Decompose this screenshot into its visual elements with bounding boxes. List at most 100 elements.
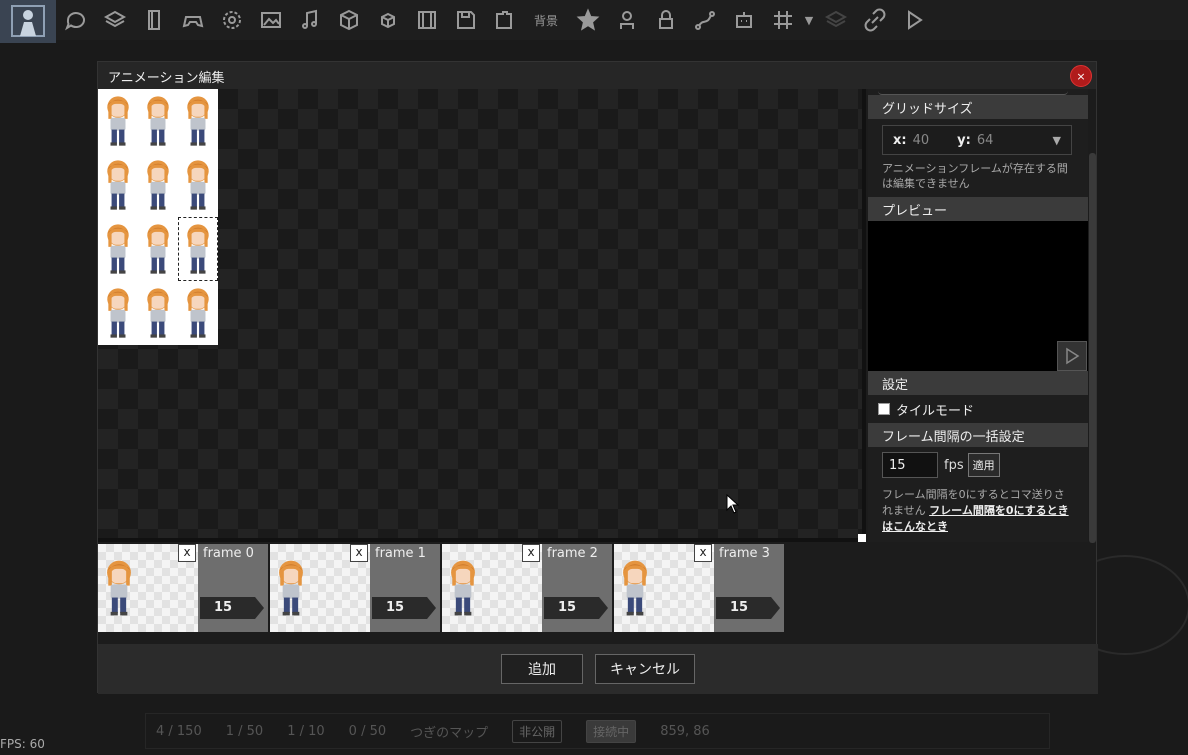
apply-button[interactable]: 適用: [967, 453, 1000, 477]
frame-duration[interactable]: 15: [372, 597, 436, 619]
music-icon[interactable]: [290, 2, 329, 38]
top-toolbar: 背景 ▼: [0, 0, 1188, 43]
private-badge[interactable]: 非公開: [512, 719, 563, 743]
canvas-vertical-scrollbar[interactable]: [862, 89, 866, 542]
frame-item[interactable]: x frame 3 15: [614, 544, 786, 634]
sprite-cell[interactable]: [138, 153, 178, 217]
cancel-button[interactable]: キャンセル: [595, 654, 695, 684]
dialog-title: アニメーション編集: [98, 62, 1096, 89]
sprite-cell[interactable]: [98, 153, 138, 217]
panel-scrollbar[interactable]: [1089, 153, 1096, 543]
character-sprite: [107, 160, 129, 210]
add-button[interactable]: 追加: [501, 654, 583, 684]
sprite-cell[interactable]: [178, 153, 218, 217]
resize-handle[interactable]: [858, 534, 866, 542]
settings-header: 設定: [868, 371, 1088, 395]
chevron-down-icon[interactable]: ▼: [1053, 134, 1061, 147]
fps-row: fps 適用: [868, 447, 1088, 483]
grid-size-select[interactable]: x: 40 y: 64 ▼: [882, 125, 1072, 155]
next-map-label[interactable]: つぎのマップ: [410, 722, 488, 741]
canvas-horizontal-scrollbar[interactable]: [98, 538, 862, 542]
app-logo[interactable]: [0, 0, 56, 43]
sprite-canvas[interactable]: [98, 89, 866, 542]
character-sprite: [187, 288, 209, 338]
frame-duration[interactable]: 15: [716, 597, 780, 619]
link-icon[interactable]: [855, 2, 894, 38]
sprite-cell[interactable]: [178, 217, 218, 281]
cube-icon[interactable]: [329, 2, 368, 38]
sprite-cell[interactable]: [138, 89, 178, 153]
film-icon[interactable]: [407, 2, 446, 38]
small-cube-icon[interactable]: [368, 2, 407, 38]
card-icon[interactable]: [134, 2, 173, 38]
character-sprite: [451, 560, 475, 616]
logo-icon: [11, 5, 45, 37]
character-sprite: [187, 160, 209, 210]
sprite-cell[interactable]: [178, 89, 218, 153]
star-icon[interactable]: [568, 2, 607, 38]
sprite-sheet[interactable]: [98, 89, 218, 345]
frame-info: x frame 2 15: [522, 544, 612, 632]
bulk-interval-header: フレーム間隔の一括設定: [868, 423, 1088, 447]
gamepad-icon[interactable]: [173, 2, 212, 38]
chat-icon[interactable]: [56, 2, 95, 38]
frame-label: frame 1: [375, 546, 426, 561]
grid-y-label: y:: [957, 132, 971, 148]
sprite-cell[interactable]: [98, 281, 138, 345]
remove-frame-button[interactable]: x: [178, 544, 196, 562]
character-sprite: [107, 560, 131, 616]
sprite-cell[interactable]: [98, 89, 138, 153]
scenes-count: 1 / 50: [225, 723, 264, 739]
puzzle-icon[interactable]: [485, 2, 524, 38]
grid-icon[interactable]: [763, 2, 802, 38]
frame-duration[interactable]: 15: [200, 597, 264, 619]
layers-dim-icon: [816, 2, 855, 38]
dialog-footer: 追加 キャンセル: [98, 644, 1098, 694]
character-sprite: [147, 288, 169, 338]
sprite-cell[interactable]: [178, 281, 218, 345]
sprite-cell[interactable]: [138, 217, 178, 281]
connecting-badge: 接続中: [586, 719, 637, 743]
frame-duration[interactable]: 15: [544, 597, 608, 619]
save-icon[interactable]: [446, 2, 485, 38]
close-button[interactable]: ×: [1070, 65, 1092, 87]
robot-icon[interactable]: [724, 2, 763, 38]
frame-item[interactable]: x frame 2 15: [442, 544, 614, 634]
dropdown-icon[interactable]: ▼: [802, 2, 816, 38]
frame-item[interactable]: x frame 1 15: [270, 544, 442, 634]
image-icon[interactable]: [251, 2, 290, 38]
frame-info: x frame 0 15: [178, 544, 268, 632]
person-icon[interactable]: [607, 2, 646, 38]
gear-icon[interactable]: [212, 2, 251, 38]
tile-mode-row[interactable]: タイルモード: [868, 395, 1088, 423]
play-icon[interactable]: [894, 2, 933, 38]
sprite-cell[interactable]: [138, 281, 178, 345]
interval-note: フレーム間隔を0にするとコマ送りされません フレーム間隔を0にするときはこんなと…: [868, 483, 1088, 539]
animation-edit-dialog: アニメーション編集 × グリッドサイズ x: 40 y: 64 ▼ アニメーショ…: [97, 61, 1098, 694]
grid-x-value: 40: [912, 132, 930, 148]
lock-icon[interactable]: [646, 2, 685, 38]
remove-frame-button[interactable]: x: [350, 544, 368, 562]
character-sprite: [107, 96, 129, 146]
sounds-count: 0 / 50: [348, 723, 387, 739]
fps-unit: fps: [944, 457, 964, 473]
route-icon[interactable]: [685, 2, 724, 38]
character-sprite: [279, 560, 303, 616]
fps-input[interactable]: [882, 452, 938, 478]
tile-mode-checkbox[interactable]: [878, 403, 890, 415]
frame-label: frame 0: [203, 546, 254, 561]
character-sprite: [187, 224, 209, 274]
character-sprite: [147, 160, 169, 210]
character-sprite: [107, 288, 129, 338]
sprite-cell[interactable]: [98, 217, 138, 281]
layers-icon[interactable]: [95, 2, 134, 38]
tile-mode-label[interactable]: タイルモード: [896, 400, 974, 419]
preview-play-button[interactable]: [1057, 341, 1087, 371]
background-label[interactable]: 背景: [524, 12, 568, 29]
remove-frame-button[interactable]: x: [522, 544, 540, 562]
frame-item[interactable]: x frame 0 15: [98, 544, 270, 634]
status-bar: 4 / 150 1 / 50 1 / 10 0 / 50 つぎのマップ 非公開 …: [145, 713, 1050, 749]
coords-readout: 859, 86: [660, 723, 710, 739]
frame-label: frame 3: [719, 546, 770, 561]
remove-frame-button[interactable]: x: [694, 544, 712, 562]
